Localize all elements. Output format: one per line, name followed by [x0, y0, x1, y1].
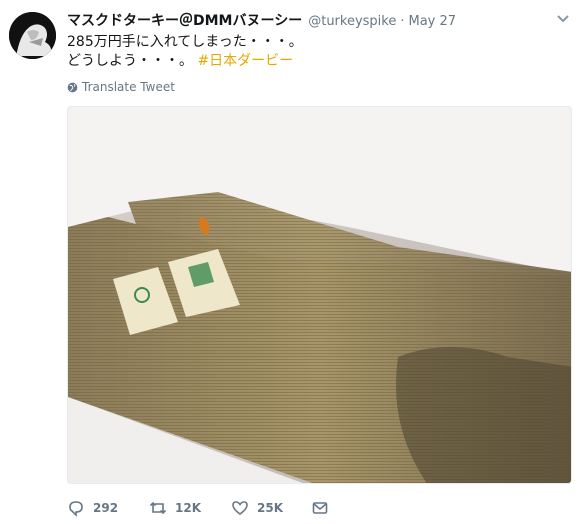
- tweet-date[interactable]: May 27: [409, 14, 457, 29]
- heart-icon: [232, 501, 248, 515]
- like-count: 25K: [257, 501, 283, 515]
- avatar[interactable]: [9, 12, 56, 59]
- reply-button[interactable]: 292: [67, 499, 149, 517]
- display-name[interactable]: マスクドターキー＠DMMバヌーシー: [67, 10, 302, 30]
- translate-label: Translate Tweet: [82, 80, 175, 94]
- hashtag-link[interactable]: #日本ダービー: [197, 53, 293, 69]
- translate-tweet-link[interactable]: Translate Tweet: [67, 79, 175, 95]
- globe-icon: [67, 82, 78, 92]
- separator-dot: ·: [400, 14, 405, 29]
- tweet-actions: 292 12K 25K: [67, 498, 337, 518]
- tweet-text-content: どうしよう・・・。: [67, 53, 193, 69]
- direct-message-button[interactable]: [311, 499, 337, 517]
- retweet-icon: [149, 501, 167, 515]
- retweet-count: 12K: [175, 501, 201, 515]
- reply-count: 292: [93, 501, 119, 515]
- tweet-text-line: 285万円手に入れてしまった・・・。: [67, 34, 303, 50]
- tweet-header: マスクドターキー＠DMMバヌーシー @turkeyspike · May 27: [67, 10, 540, 32]
- chevron-down-icon[interactable]: [556, 14, 570, 24]
- tweet-text: 285万円手に入れてしまった・・・。 どうしよう・・・。 #日本ダービー: [67, 33, 560, 71]
- message-icon: [312, 502, 328, 514]
- tweet-photo[interactable]: [67, 106, 572, 484]
- tweet-text-line-2: どうしよう・・・。 #日本ダービー: [67, 52, 560, 71]
- tweet-card: マスクドターキー＠DMMバヌーシー @turkeyspike · May 27 …: [0, 0, 580, 524]
- like-button[interactable]: 25K: [231, 499, 311, 517]
- user-handle[interactable]: @turkeyspike: [308, 14, 396, 29]
- reply-icon: [69, 501, 83, 517]
- retweet-button[interactable]: 12K: [149, 499, 231, 517]
